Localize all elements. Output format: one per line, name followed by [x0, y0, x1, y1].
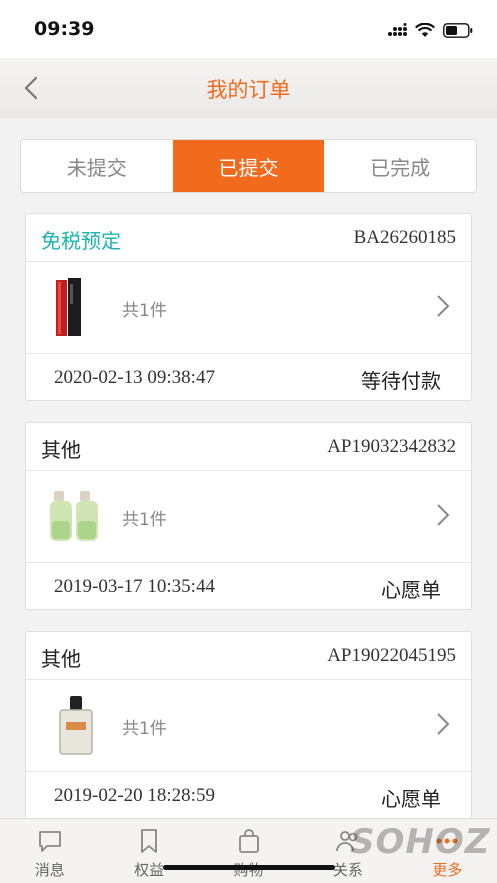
order-type: 其他 — [41, 647, 81, 671]
watermark-logo: SOHOZ — [350, 822, 491, 862]
shopping-bag-icon — [238, 829, 259, 853]
order-number: BA26260185 — [353, 227, 456, 248]
item-count: 共1件 — [122, 719, 167, 739]
chevron-right-icon — [437, 295, 450, 317]
bookmark-icon — [141, 829, 158, 853]
order-card-header: 其他 AP19032342832 — [26, 423, 471, 471]
order-card-footer: 2019-02-20 18:28:59 心愿单 — [26, 772, 471, 820]
order-card[interactable]: 其他 AP19022045195 共1件 2019-02-20 18:28:59… — [25, 631, 472, 819]
item-count: 共1件 — [122, 301, 167, 321]
perfume-pair-product-image — [50, 491, 98, 541]
tab-completed[interactable]: 已完成 — [324, 140, 476, 192]
item-count: 共1件 — [122, 510, 167, 530]
perfume-bottle-product-image — [59, 696, 93, 755]
order-card-header: 其他 AP19022045195 — [26, 632, 471, 680]
order-items-row[interactable]: 共1件 — [26, 471, 471, 563]
order-datetime: 2020-02-13 09:38:47 — [54, 367, 215, 388]
order-status: 等待付款 — [361, 369, 441, 393]
tab-submitted[interactable]: 已提交 — [172, 140, 325, 192]
order-card-header: 免税预定 BA26260185 — [26, 214, 471, 262]
tab-unsubmitted[interactable]: 未提交 — [21, 140, 173, 192]
chevron-right-icon — [437, 504, 450, 526]
order-items-row[interactable]: 共1件 — [26, 262, 471, 354]
status-time: 09:39 — [34, 18, 95, 40]
order-card-footer: 2020-02-13 09:38:47 等待付款 — [26, 354, 471, 402]
cellular-signal-icon — [388, 23, 407, 36]
tab-bar-item-benefits[interactable]: 权益 — [99, 819, 198, 883]
order-number: AP19022045195 — [327, 645, 456, 666]
chevron-right-icon — [437, 713, 450, 735]
battery-icon — [443, 22, 473, 38]
order-card-footer: 2019-03-17 10:35:44 心愿单 — [26, 563, 471, 611]
navigation-bar: 我的订单 — [0, 58, 497, 118]
tab-bar-label: 消息 — [34, 861, 65, 879]
order-card[interactable]: 免税预定 BA26260185 共1件 2020-02-13 09:38:47 … — [25, 213, 472, 401]
status-icons — [387, 20, 473, 40]
home-indicator[interactable] — [163, 865, 335, 870]
message-icon — [38, 831, 61, 852]
order-number: AP19032342832 — [327, 436, 456, 457]
tab-bar-item-messages[interactable]: 消息 — [0, 819, 99, 883]
page-title: 我的订单 — [206, 78, 291, 102]
order-type: 免税预定 — [41, 229, 121, 253]
order-status-tabs: 未提交 已提交 已完成 — [20, 139, 477, 193]
order-items-row[interactable]: 共1件 — [26, 680, 471, 772]
status-bar: 09:39 — [0, 0, 497, 58]
order-type: 其他 — [41, 438, 81, 462]
order-datetime: 2019-02-20 18:28:59 — [54, 785, 215, 806]
wifi-icon — [415, 22, 435, 37]
tab-bar-item-shopping[interactable]: 购物 — [199, 819, 298, 883]
order-card[interactable]: 其他 AP19032342832 共1件 2019-03-17 10:35:44… — [25, 422, 472, 610]
lipstick-product-image — [56, 278, 81, 336]
order-status: 心愿单 — [381, 578, 441, 602]
tab-bar-label: 更多 — [432, 861, 463, 879]
order-status: 心愿单 — [381, 787, 441, 811]
order-datetime: 2019-03-17 10:35:44 — [54, 576, 215, 597]
